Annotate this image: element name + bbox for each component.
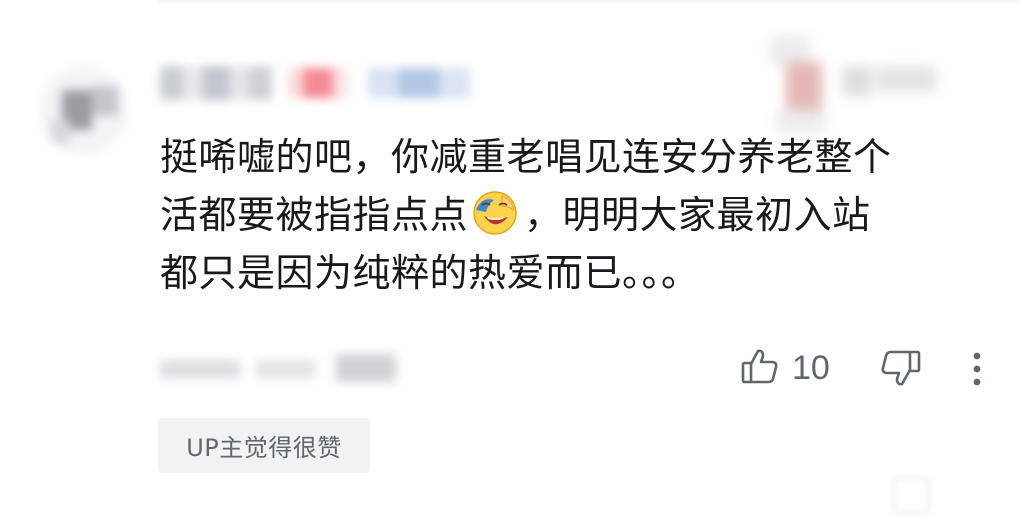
like-count: 10: [792, 348, 830, 387]
comment-segment: ，明明大家最初入站: [524, 193, 871, 237]
comment-line: 挺唏嘘的吧，你减重老唱见连安分养老整个: [160, 135, 892, 179]
like-button[interactable]: 10: [740, 348, 830, 388]
thumbs-down-icon: [878, 350, 922, 394]
thumbs-up-icon: [740, 346, 780, 390]
fan-medal[interactable]: [368, 68, 470, 98]
avatar[interactable]: [40, 66, 128, 154]
facepalm-laughing-emoji-icon: [472, 190, 518, 236]
up-liked-tag: UP主觉得很赞: [158, 418, 370, 473]
divider: [158, 0, 1020, 6]
dislike-button[interactable]: [878, 348, 922, 390]
decoration-card: [752, 26, 942, 134]
comment-line: 活都要被指指点点 ，明明大家最初入站: [160, 186, 960, 244]
up-liked-tag-label: UP主觉得很赞: [186, 434, 342, 462]
comment-line: 都只是因为纯粹的热爱而已。。。: [160, 251, 700, 295]
username[interactable]: [160, 66, 272, 100]
comment-meta: [160, 350, 410, 386]
more-options-button[interactable]: [966, 348, 988, 390]
watermark-icon: [892, 476, 930, 514]
more-vertical-icon: [966, 352, 988, 394]
comment-segment: 活都要被指指点点: [160, 193, 469, 237]
level-badge: [288, 68, 348, 98]
comment-text: 挺唏嘘的吧，你减重老唱见连安分养老整个 活都要被指指点点 ，明明大家最初入站 都…: [160, 128, 960, 302]
